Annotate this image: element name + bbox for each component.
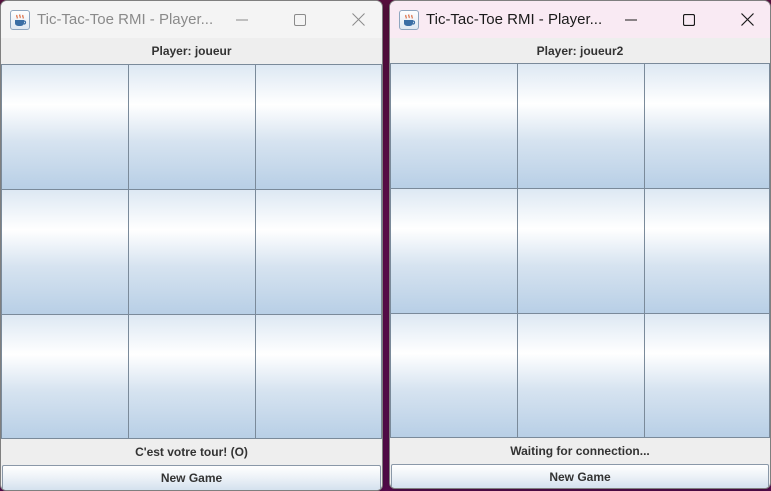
minimize-icon [236,19,249,20]
game-window-player1: Tic-Tac-Toe RMI - Player... Player: joue… [0,0,383,491]
title-bar[interactable]: Tic-Tac-Toe RMI - Player... [1,1,382,38]
board-cell-3[interactable] [645,64,769,189]
board-cell-8[interactable] [518,314,645,437]
game-board [1,64,382,439]
board-cell-7[interactable] [391,314,518,437]
minimize-icon [625,19,638,20]
game-window-player2: Tic-Tac-Toe RMI - Player... Player: joue… [389,0,771,489]
player-label: Player: joueur2 [390,38,770,64]
maximize-icon [294,13,307,26]
board-cell-4[interactable] [391,189,518,314]
maximize-button[interactable] [271,1,329,38]
player-label: Player: joueur [1,38,382,64]
board-cell-2[interactable] [518,64,645,189]
close-icon [351,13,365,26]
board-cell-6[interactable] [256,190,381,315]
board-cell-7[interactable] [2,315,129,438]
new-game-button[interactable]: New Game [391,464,769,488]
java-coffee-cup-icon [10,9,30,30]
minimize-button[interactable] [213,1,271,38]
maximize-icon [683,13,696,26]
board-cell-1[interactable] [391,64,518,189]
java-coffee-cup-icon [399,9,419,30]
board-cell-6[interactable] [645,189,769,314]
close-icon [740,13,754,26]
close-button[interactable] [718,1,770,38]
board-cell-4[interactable] [2,190,129,315]
board-cell-9[interactable] [645,314,769,437]
board-cell-5[interactable] [129,190,256,315]
board-cell-1[interactable] [2,65,129,190]
board-cell-3[interactable] [256,65,381,190]
board-cell-9[interactable] [256,315,381,438]
status-label: Waiting for connection... [390,438,770,464]
board-cell-8[interactable] [129,315,256,438]
minimize-button[interactable] [602,1,660,38]
status-label: C'est votre tour! (O) [1,439,382,465]
window-title: Tic-Tac-Toe RMI - Player... [426,11,603,28]
game-board [390,63,770,438]
title-bar[interactable]: Tic-Tac-Toe RMI - Player... [390,1,770,38]
board-cell-2[interactable] [129,65,256,190]
window-title: Tic-Tac-Toe RMI - Player... [37,11,214,28]
maximize-button[interactable] [660,1,718,38]
board-cell-5[interactable] [518,189,645,314]
close-button[interactable] [329,1,382,38]
new-game-button[interactable]: New Game [2,465,381,490]
